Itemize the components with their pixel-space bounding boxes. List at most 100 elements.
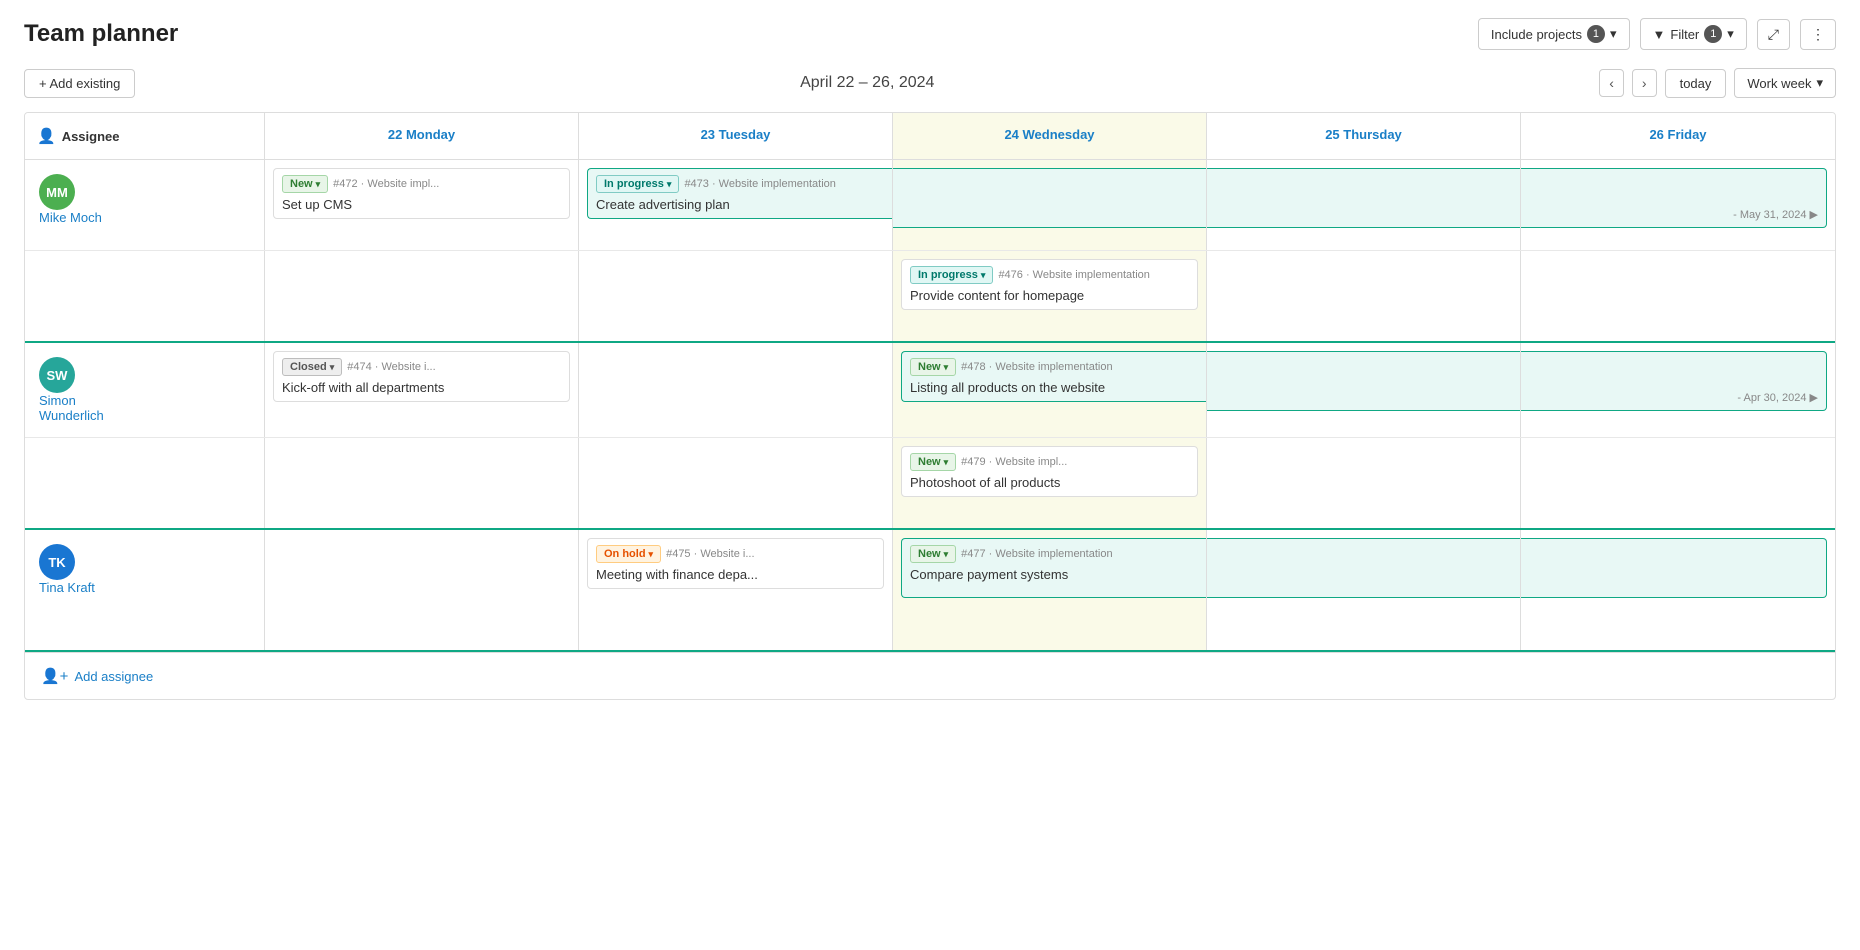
task-479-title: Photoshoot of all products [910,475,1189,490]
mm-assignee-cell: MM Mike Moch [25,160,265,250]
planner-grid: 👤 Assignee 22 Monday 23 Tuesday 24 Wedne… [24,112,1836,700]
task-472-status[interactable]: New ▾ [282,175,328,193]
more-options-button[interactable]: ⋮ [1800,19,1836,50]
task-473-title: Create advertising plan [596,197,884,212]
view-selector[interactable]: Work week ▾ [1734,68,1836,98]
task-474-title: Kick-off with all departments [282,380,561,395]
assignee-icon: 👤 [37,127,56,145]
mm-tue-cell: In progress ▾ #473 · Website implementat… [579,160,893,250]
filter-arrow: ▾ [1727,26,1734,42]
task-477-id: #477 · Website implementation [961,548,1112,560]
include-projects-arrow: ▾ [1610,26,1617,42]
mm-thu-cell [1207,160,1521,250]
sw-avatar: SW [39,357,75,393]
tk-avatar: TK [39,544,75,580]
tk-mon-cell [265,530,579,650]
task-476: In progress ▾ #476 · Website implementat… [901,259,1198,310]
mm-row2-thu [1207,251,1521,341]
task-477-header: New ▾ #477 · Website implementation [910,545,1198,563]
col-assignee-label: Assignee [62,129,120,144]
prev-button[interactable]: ‹ [1599,69,1624,97]
sw-row2-assignee [25,438,265,528]
task-474-status[interactable]: Closed ▾ [282,358,342,376]
grid-header: 👤 Assignee 22 Monday 23 Tuesday 24 Wedne… [25,113,1835,160]
tk-fri-cell [1521,530,1835,650]
task-479-header: New ▾ #479 · Website impl... [910,453,1189,471]
task-479-id: #479 · Website impl... [961,456,1067,468]
add-assignee-icon: 👤+ [41,667,68,685]
task-475-status[interactable]: On hold ▾ [596,545,661,563]
next-button[interactable]: › [1632,69,1657,97]
task-475: On hold ▾ #475 · Website i... Meeting wi… [587,538,884,589]
add-existing-label: + Add existing [39,76,120,91]
mm-fri-cell: - May 31, 2024 ▶ [1521,160,1835,250]
col-header-wed: 24 Wednesday [893,113,1207,159]
tk-thu-cell [1207,530,1521,650]
task-474-id: #474 · Website i... [347,361,435,373]
prev-icon: ‹ [1609,75,1614,91]
filter-label: Filter [1670,27,1699,42]
sw-wed-cell: New ▾ #478 · Website implementation List… [893,343,1207,437]
page-title: Team planner [24,20,178,48]
sw-row2-tue [579,438,893,528]
sw-fri-cell: - Apr 30, 2024 ▶ [1521,343,1835,437]
add-assignee-button[interactable]: 👤+ Add assignee [41,667,153,685]
include-projects-badge: 1 [1587,25,1605,43]
task-477-status[interactable]: New ▾ [910,545,956,563]
task-478-header: New ▾ #478 · Website implementation [910,358,1198,376]
col-header-assignee: 👤 Assignee [25,113,265,159]
task-476-id: #476 · Website implementation [998,269,1149,281]
mm-row-2: In progress ▾ #476 · Website implementat… [25,250,1835,341]
tk-tue-cell: On hold ▾ #475 · Website i... Meeting wi… [579,530,893,650]
next-icon: › [1642,75,1647,91]
mm-avatar: MM [39,174,75,210]
filter-icon: ▼ [1653,27,1666,42]
sw-tue-cell [579,343,893,437]
task-478-title: Listing all products on the website [910,380,1198,395]
mm-row-1: MM Mike Moch New ▾ #472 · Website impl..… [25,160,1835,250]
filter-badge: 1 [1704,25,1722,43]
sw-name[interactable]: Simon Wunderlich [39,393,104,423]
sw-row-2: New ▾ #479 · Website impl... Photoshoot … [25,437,1835,528]
expand-button[interactable]: ⤢ [1757,19,1790,50]
tk-name[interactable]: Tina Kraft [39,580,95,595]
task-476-header: In progress ▾ #476 · Website implementat… [910,266,1189,284]
include-projects-button[interactable]: Include projects 1 ▾ [1478,18,1630,50]
sw-mon-cell: Closed ▾ #474 · Website i... Kick-off wi… [265,343,579,437]
task-476-status[interactable]: In progress ▾ [910,266,993,284]
sw-row-1: SW Simon Wunderlich Closed ▾ #474 · Webs… [25,343,1835,437]
task-472-id: #472 · Website impl... [333,178,439,190]
more-icon: ⋮ [1811,26,1825,42]
add-existing-button[interactable]: + Add existing [24,69,135,98]
assignee-section-sw: SW Simon Wunderlich Closed ▾ #474 · Webs… [25,343,1835,530]
assignee-section-tk: TK Tina Kraft On hold ▾ #475 · Website i… [25,530,1835,652]
mm-name[interactable]: Mike Moch [39,210,102,225]
sw-assignee-cell: SW Simon Wunderlich [25,343,265,437]
task-478-id: #478 · Website implementation [961,361,1112,373]
col-header-mon: 22 Monday [265,113,579,159]
header-controls: Include projects 1 ▾ ▼ Filter 1 ▾ ⤢ ⋮ [1478,18,1836,50]
task-473-status[interactable]: In progress ▾ [596,175,679,193]
sub-header: + Add existing April 22 – 26, 2024 ‹ › t… [0,60,1860,112]
sw-row2-thu [1207,438,1521,528]
today-button[interactable]: today [1665,69,1727,98]
mm-row2-mon [265,251,579,341]
view-arrow: ▾ [1816,75,1823,91]
app-container: Team planner Include projects 1 ▾ ▼ Filt… [0,0,1860,950]
task-478-status[interactable]: New ▾ [910,358,956,376]
task-479-status[interactable]: New ▾ [910,453,956,471]
task-473-id: #473 · Website implementation [684,178,835,190]
date-range: April 22 – 26, 2024 [800,74,934,92]
task-472: New ▾ #472 · Website impl... Set up CMS [273,168,570,219]
task-474: Closed ▾ #474 · Website i... Kick-off wi… [273,351,570,402]
assignee-section-mm: MM Mike Moch New ▾ #472 · Website impl..… [25,160,1835,343]
task-472-title: Set up CMS [282,197,561,212]
task-479: New ▾ #479 · Website impl... Photoshoot … [901,446,1198,497]
task-472-header: New ▾ #472 · Website impl... [282,175,561,193]
mm-row2-tue [579,251,893,341]
tk-assignee-cell: TK Tina Kraft [25,530,265,650]
filter-button[interactable]: ▼ Filter 1 ▾ [1640,18,1747,50]
task-474-header: Closed ▾ #474 · Website i... [282,358,561,376]
task-473-end-date: - May 31, 2024 ▶ [1733,208,1818,221]
include-projects-label: Include projects [1491,27,1582,42]
